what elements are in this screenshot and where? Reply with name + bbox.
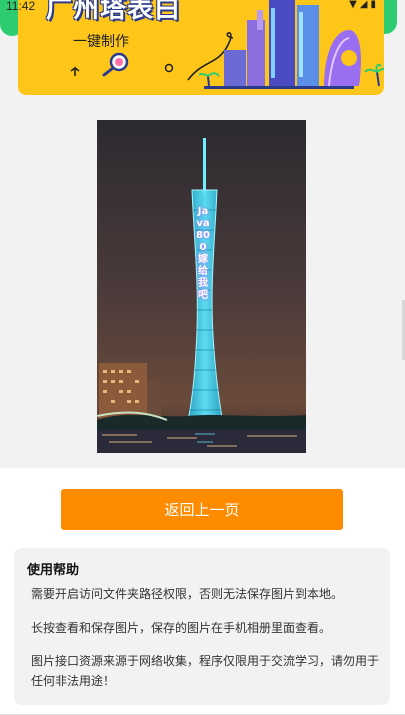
status-bar: 11:42 ▼◢▮	[0, 0, 405, 14]
banner-subtitle: 一键制作	[73, 34, 129, 50]
help-item-disclaimer: 图片接口资源来源于网络收集，程序仅限用于交流学习，请勿用于任何非法用途！	[31, 654, 380, 688]
tower-caption: Java800 嫁给我吧	[196, 206, 210, 301]
battery-icon: ▮	[370, 0, 379, 10]
curl-arrow-icon	[70, 66, 80, 76]
help-card: 使用帮助 需要开启访问文件夹路径权限，否则无法保存图片到本地。 长按查看和保存图…	[14, 548, 390, 705]
help-item-save: 长按查看和保存图片，保存的图片在手机相册里面查看。	[31, 621, 332, 635]
tower-image[interactable]: Java800 嫁给我吧	[97, 120, 306, 453]
city-skyline-illustration	[199, 0, 384, 89]
wifi-icon: ▼	[349, 0, 360, 10]
help-title: 使用帮助	[27, 563, 80, 578]
status-icons: ▼◢▮	[349, 0, 379, 10]
back-button[interactable]: 返回上一页	[61, 489, 343, 530]
status-time: 11:42	[6, 0, 36, 13]
help-item-permission: 需要开启访问文件夹路径权限，否则无法保存图片到本地。	[31, 587, 344, 601]
magnifier-icon	[102, 52, 129, 77]
app-screen: 广州塔表白 一键制作 11:42 ▼◢▮ Java800 嫁给我吧 返回上一页 …	[0, 0, 405, 715]
small-circle-doodle	[164, 63, 174, 73]
signal-icon: ◢	[359, 0, 371, 10]
header-banner: 广州塔表白 一键制作	[18, 0, 384, 95]
